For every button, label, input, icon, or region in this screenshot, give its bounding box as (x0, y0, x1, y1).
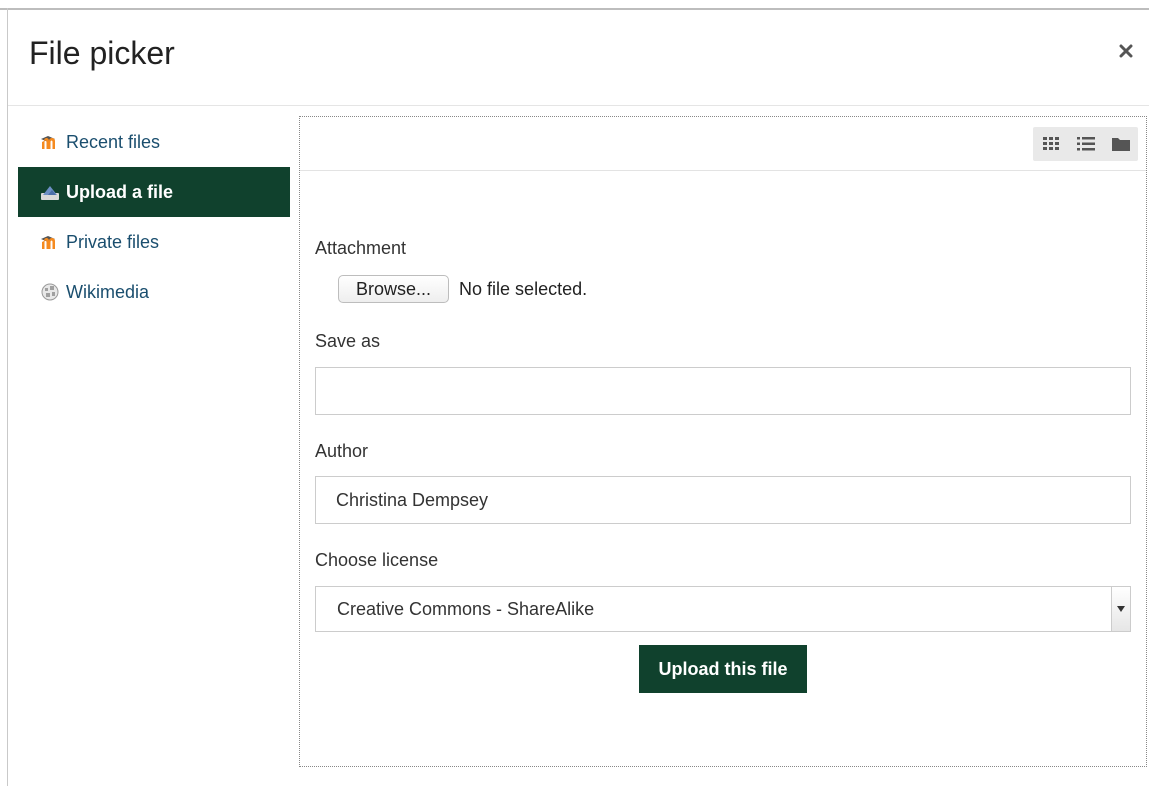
sidebar-item-private-files[interactable]: Private files (18, 217, 290, 267)
file-chooser: Browse... No file selected. (338, 275, 587, 303)
grid-view-icon (1042, 137, 1059, 150)
save-as-label: Save as (315, 331, 381, 351)
moodle-icon (40, 132, 60, 152)
header-divider (8, 105, 1149, 106)
moodle-icon (40, 232, 60, 252)
grid-view-button[interactable] (1033, 127, 1068, 161)
close-icon (1119, 44, 1133, 58)
author-label: Author (315, 441, 369, 461)
upload-icon (40, 182, 60, 202)
license-select[interactable]: Creative Commons - ShareAlike (315, 586, 1131, 632)
sidebar-item-label: Recent files (66, 131, 161, 152)
chevron-down-icon (1117, 606, 1125, 612)
wikipedia-globe-icon (40, 282, 60, 302)
folder-view-button[interactable] (1103, 127, 1138, 161)
repository-sidebar: Recent files Upload a file Private files (18, 117, 290, 317)
browse-button[interactable]: Browse... (338, 275, 450, 303)
license-label: Choose license (315, 550, 439, 570)
list-view-button[interactable] (1068, 127, 1103, 161)
file-status-text: No file selected. (459, 278, 588, 299)
sidebar-item-label: Wikimedia (66, 281, 150, 302)
license-selected-value: Creative Commons - ShareAlike (337, 599, 595, 619)
view-switcher (1033, 127, 1138, 161)
sidebar-item-wikimedia[interactable]: Wikimedia (18, 267, 290, 317)
save-as-input[interactable] (315, 367, 1131, 415)
dialog-title: File picker (29, 35, 175, 71)
sidebar-item-label: Upload a file (66, 181, 174, 202)
window-left-border (7, 8, 8, 786)
file-picker-panel: Attachment Browse... No file selected. S… (299, 116, 1147, 767)
window-top-border (0, 8, 1149, 10)
attachment-label: Attachment (315, 238, 407, 258)
sidebar-item-recent-files[interactable]: Recent files (18, 117, 290, 167)
list-view-icon (1076, 137, 1095, 151)
upload-button[interactable]: Upload this file (639, 645, 807, 693)
folder-view-icon (1111, 138, 1130, 151)
sidebar-item-label: Private files (66, 231, 160, 252)
author-input[interactable] (315, 476, 1131, 524)
select-arrow[interactable] (1111, 587, 1130, 631)
close-button[interactable] (1113, 38, 1139, 64)
sidebar-item-upload-a-file[interactable]: Upload a file (18, 167, 290, 217)
view-toolbar (300, 117, 1146, 171)
